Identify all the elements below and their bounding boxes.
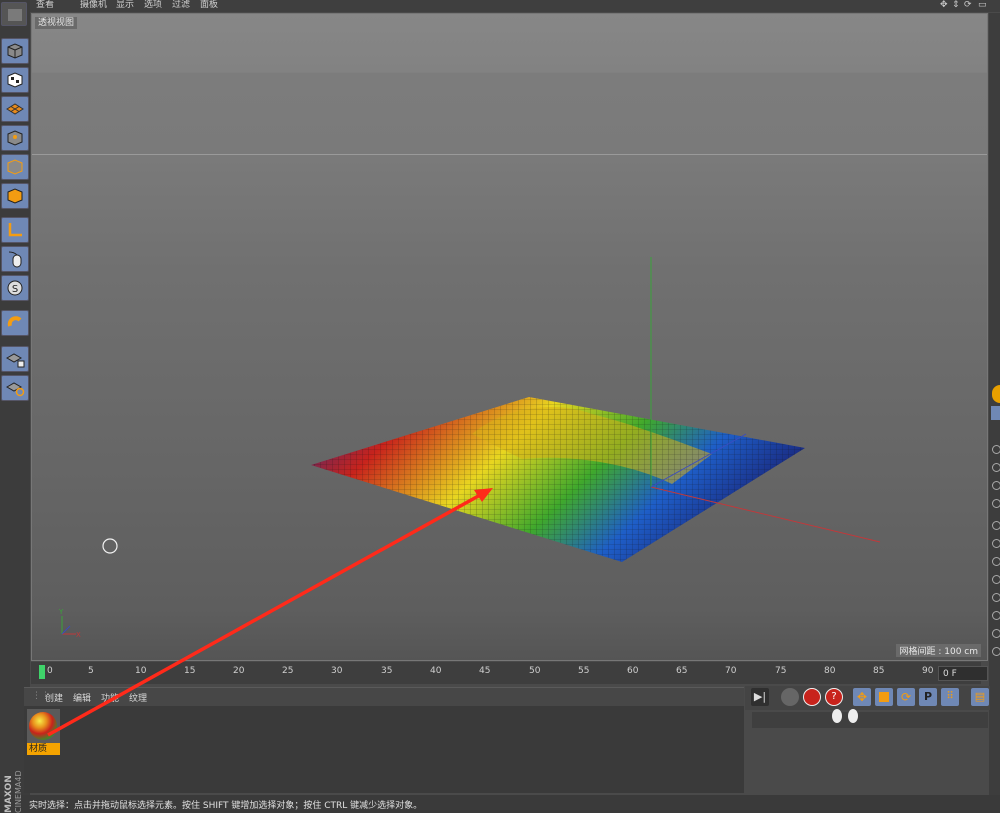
radio-icon[interactable] [992, 647, 1000, 656]
rotate-key-icon[interactable]: ⟳ [897, 688, 915, 706]
playhead[interactable] [39, 665, 45, 679]
menu-view[interactable]: 查看 [36, 0, 54, 11]
timeline-tick: 15 [184, 666, 196, 676]
grid-spacing-readout: 网格间距 : 100 cm [896, 644, 981, 657]
menu-texture[interactable]: 纹理 [129, 691, 147, 704]
timeline-tick: 60 [627, 666, 639, 676]
timeline-tick: 75 [775, 666, 787, 676]
move-view-icon[interactable]: ✥ [940, 0, 948, 11]
timeline-ruler[interactable]: 0 5 10 15 20 25 30 35 40 45 50 55 60 65 … [31, 662, 981, 684]
status-bar: 实时选择：点击并拖动鼠标选择元素。按住 SHIFT 键增加选择对象；按住 CTR… [0, 795, 1000, 813]
record-disabled-icon[interactable] [781, 688, 799, 706]
scale-key-icon[interactable] [875, 688, 893, 706]
film-icon[interactable]: ▤ [971, 688, 989, 706]
material-tag-icon[interactable] [992, 385, 1000, 403]
menu-camera[interactable]: 摄像机 [80, 0, 107, 11]
timeline-tick: 85 [873, 666, 885, 676]
undo-view-icon[interactable] [1, 2, 27, 26]
texture-icon[interactable] [1, 67, 29, 93]
snap-s-icon[interactable]: S [1, 275, 29, 301]
svg-text:MAXON: MAXON [4, 775, 14, 813]
radio-icon[interactable] [992, 575, 1000, 584]
zoom-view-icon[interactable]: ⇕ [952, 0, 960, 11]
timeline-tick: 30 [331, 666, 343, 676]
timeline-tick: 45 [479, 666, 491, 676]
radio-icon[interactable] [992, 445, 1000, 454]
radio-icon[interactable] [992, 481, 1000, 490]
radio-icon[interactable] [992, 463, 1000, 472]
timeline-tick: 65 [676, 666, 688, 676]
scene-canvas: Y X [58, 257, 881, 639]
material-manager-menu: ⋮⋮ 创建 编辑 功能 纹理 [24, 687, 744, 706]
svg-text:S: S [12, 284, 18, 295]
maximize-view-icon[interactable]: ▭ [978, 0, 987, 11]
timeline-tick: 10 [135, 666, 147, 676]
timeline-tick: 55 [578, 666, 590, 676]
radio-icon[interactable] [992, 557, 1000, 566]
timeline-tick: 0 [47, 666, 53, 676]
menu-filter[interactable]: 过滤 [172, 0, 190, 11]
model-icon[interactable] [1, 38, 29, 64]
menu-function[interactable]: 功能 [101, 691, 119, 704]
autokey-icon[interactable] [803, 688, 821, 706]
viewport-menu-bar: 查看 摄像机 显示 选项 过滤 面板 ✥ ⇕ ⟳ ▭ [0, 0, 1000, 12]
menu-display[interactable]: 显示 [116, 0, 134, 11]
radio-icon[interactable] [992, 499, 1000, 508]
svg-text:Y: Y [58, 608, 64, 616]
menu-panel[interactable]: 面板 [200, 0, 218, 11]
menu-options[interactable]: 选项 [144, 0, 162, 11]
radio-icon[interactable] [992, 521, 1000, 530]
egg-icon [848, 709, 858, 723]
timeline-tick: 20 [233, 666, 245, 676]
timeline-tick: 90 [922, 666, 934, 676]
timeline-tick: 40 [430, 666, 442, 676]
axis-icon[interactable] [1, 217, 29, 243]
radio-icon[interactable] [992, 593, 1000, 602]
timeline-tick: 35 [381, 666, 393, 676]
perspective-viewport[interactable]: 透视视图 Y X 网格间距: 100 cm [31, 13, 988, 661]
radio-icon[interactable] [992, 611, 1000, 620]
timeline-tick: 70 [725, 666, 737, 676]
current-frame-field[interactable]: 0 F [938, 666, 988, 681]
maxon-logo: MAXON CINEMA4D [4, 770, 23, 813]
svg-text:X: X [76, 631, 81, 639]
mouse-icon[interactable] [1, 246, 29, 272]
cursor-circle [102, 538, 118, 554]
timeline-tick: 25 [282, 666, 294, 676]
workplane-snap-icon[interactable] [1, 375, 29, 401]
egg-icon [832, 709, 842, 723]
playback-toolbar: ▶| ? ✥ ⟳ P ⠿ ▤ [745, 686, 990, 710]
rotate-view-icon[interactable]: ⟳ [964, 0, 972, 11]
timeline-tick: 50 [529, 666, 541, 676]
polygons-icon[interactable] [1, 183, 29, 209]
material-manager-area [24, 706, 744, 793]
param-key-icon[interactable]: P [919, 688, 937, 706]
menu-edit[interactable]: 编辑 [73, 691, 91, 704]
material-name[interactable]: 材质 [27, 743, 60, 755]
workplane-icon[interactable] [1, 96, 29, 122]
material-swatch[interactable]: 材质 [27, 709, 60, 755]
timeline-tick: 5 [88, 666, 94, 676]
timeline-tick: 80 [824, 666, 836, 676]
keyframe-help-icon[interactable]: ? [825, 688, 843, 706]
coordinates-bar [752, 709, 988, 728]
goto-end-icon[interactable]: ▶| [751, 688, 769, 706]
move-key-icon[interactable]: ✥ [853, 688, 871, 706]
radio-icon[interactable] [992, 629, 1000, 638]
attribute-tab[interactable] [991, 406, 1000, 420]
radio-icon[interactable] [992, 539, 1000, 548]
attribute-panel-edge [989, 13, 1000, 813]
pla-key-icon[interactable]: ⠿ [941, 688, 959, 706]
axis-gizmo: Y X [58, 608, 81, 639]
material-sphere-icon [27, 709, 60, 743]
svg-text:CINEMA4D: CINEMA4D [14, 770, 23, 813]
terrain-surface [311, 397, 805, 562]
magnet-icon[interactable] [1, 310, 29, 336]
edges-icon[interactable] [1, 154, 29, 180]
status-text: 实时选择：点击并拖动鼠标选择元素。按住 SHIFT 键增加选择对象；按住 CTR… [29, 801, 423, 811]
lock-workplane-icon[interactable] [1, 346, 29, 372]
menu-create[interactable]: 创建 [45, 691, 63, 704]
points-icon[interactable] [1, 125, 29, 151]
